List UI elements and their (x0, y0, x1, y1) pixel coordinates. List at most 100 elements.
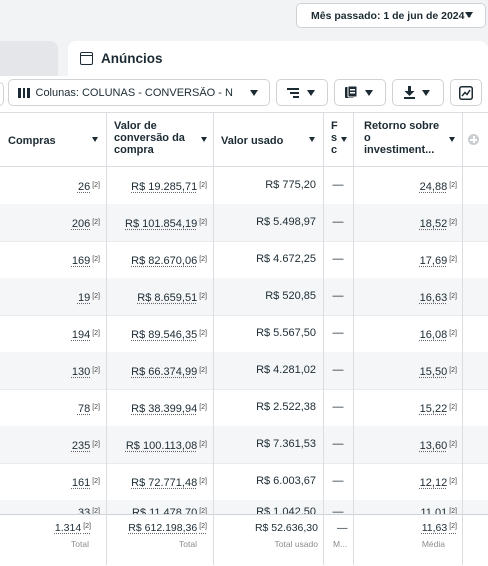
column-header-amount-spent[interactable]: Valor usado (213, 113, 323, 166)
purchases-cell[interactable]: 130 [2] (0, 352, 100, 389)
conversion-value-cell[interactable]: R$ 8.659,51 [2] (106, 278, 207, 315)
conversion-value-cell[interactable]: R$ 38.399,94 [2] (106, 389, 207, 426)
total-narrow-label: M... (333, 539, 347, 549)
table-header: Compras Valor de conversão da compra Val… (0, 113, 488, 167)
table-row[interactable]: 33 [2] R$ 11.478,70 [2] R$ 1.042,50 — 11,01 [2] (0, 500, 488, 515)
column-header-conversion-value[interactable]: Valor de conversão da compra (106, 113, 213, 166)
total-amount-spent: R$ 52.636,30 (255, 522, 318, 534)
narrow-cell: — (323, 426, 353, 463)
amount-spent-cell: R$ 5.498,97 (213, 204, 316, 241)
toolbar: Colunas: COLUNAS - CONVERSÃO - N (0, 76, 488, 112)
add-column-icon[interactable] (468, 134, 479, 145)
table-row[interactable]: 19 [2] R$ 8.659,51 [2] R$ 520,85 — 16,63 [2] (0, 278, 488, 316)
reports-button[interactable] (334, 79, 386, 106)
charts-button[interactable] (450, 79, 482, 106)
table-row[interactable]: 235 [2] R$ 100.113,08 [2] R$ 7.361,53 — 13,60[… (0, 426, 488, 464)
sort-caret-icon[interactable] (341, 137, 347, 142)
totals-row: 1.314 [2] Total R$ 612.198,36 [2] Total R$… (0, 514, 488, 566)
conversion-value-cell[interactable]: R$ 89.546,35 [2] (106, 315, 207, 352)
tab-ads[interactable]: Anúncios (68, 41, 488, 76)
breakdown-icon (287, 87, 301, 99)
table-row[interactable]: 130 [2] R$ 66.374,99 [2] R$ 4.281,02 — 15,50 [2… (0, 352, 488, 390)
narrow-cell: — (323, 463, 353, 500)
column-header-label: Valor de (114, 120, 185, 132)
total-purchases-label: Total (71, 539, 89, 549)
roas-cell[interactable]: 17,69 [2] (353, 241, 457, 278)
purchases-cell[interactable]: 235 [2] (0, 426, 100, 463)
tab-ads-label: Anúncios (101, 51, 163, 66)
conversion-value-cell[interactable]: R$ 66.374,99 [2] (106, 352, 207, 389)
amount-spent-cell: R$ 5.567,50 (213, 315, 316, 352)
table-row[interactable]: 161 [2] R$ 72.771,48 [2] R$ 6.003,67 — 12,12 [2… (0, 463, 488, 501)
export-button[interactable] (392, 79, 444, 106)
column-header-label: c (331, 144, 338, 156)
table-row[interactable]: 194 [2] R$ 89.546,35 [2] R$ 5.567,50 — 16,08 [2… (0, 315, 488, 353)
column-header-label: Retorno sobre (364, 120, 439, 132)
date-range-picker[interactable]: Mês passado: 1 de jun de 2024 - (296, 3, 486, 28)
column-header-narrow[interactable]: F s c (323, 113, 353, 166)
sort-caret-icon[interactable] (309, 137, 315, 142)
column-header-label: o (364, 132, 439, 144)
conversion-value-cell[interactable]: R$ 100.113,08 [2] (106, 426, 207, 463)
roas-cell[interactable]: 15,50 [2] (353, 352, 457, 389)
table-row[interactable]: 78 [2] R$ 38.399,94 [2] R$ 2.522,38 — 15,22 [2] (0, 389, 488, 427)
purchases-cell[interactable]: 206 [2] (0, 204, 100, 241)
column-header-label: Compras (8, 135, 56, 147)
chevron-down-icon (422, 90, 430, 96)
total-roas: 11,63 [2] (422, 522, 457, 534)
purchases-cell[interactable]: 33 [2] (0, 500, 100, 515)
narrow-cell: — (323, 241, 353, 278)
column-header-label: compra (114, 144, 185, 156)
sort-caret-icon[interactable] (449, 137, 455, 142)
narrow-cell: — (323, 352, 353, 389)
conversion-value-cell[interactable]: R$ 72.771,48 [2] (106, 463, 207, 500)
columns-icon (18, 88, 30, 98)
breakdown-button[interactable] (276, 79, 328, 106)
column-header-label: conversão da (114, 132, 185, 144)
date-range-label: Mês passado: 1 de jun de 2024 - (311, 10, 471, 22)
roas-cell[interactable]: 15,22 [2] (353, 389, 457, 426)
column-header-roas[interactable]: Retorno sobre o investiment... (353, 113, 463, 166)
amount-spent-cell: R$ 775,20 (213, 167, 316, 204)
purchases-cell[interactable]: 19 [2] (0, 278, 100, 315)
chevron-down-icon (465, 12, 473, 18)
narrow-cell: — (323, 389, 353, 426)
total-roas-label: Média (422, 539, 445, 549)
sort-caret-icon[interactable] (92, 137, 98, 142)
columns-label: Colunas: COLUNAS - CONVERSÃO - N (36, 87, 244, 99)
column-divider (462, 113, 463, 565)
column-divider (213, 113, 214, 565)
roas-cell[interactable]: 18,52 [2] (353, 204, 457, 241)
conversion-value-cell[interactable]: R$ 101.854,19 [2] (106, 204, 207, 241)
toolbar-button-partial[interactable] (0, 82, 4, 106)
roas-cell[interactable]: 24,88 [2] (353, 167, 457, 204)
roas-cell[interactable]: 13,60 [2] (353, 426, 457, 463)
purchases-cell[interactable]: 78 [2] (0, 389, 100, 426)
column-divider (323, 113, 324, 565)
roas-cell[interactable]: 16,08 [2] (353, 315, 457, 352)
purchases-cell[interactable]: 26 [2] (0, 167, 100, 204)
total-conversion-value: R$ 612.198,36 [2] (128, 522, 207, 534)
roas-cell[interactable]: 16,63 [2] (353, 278, 457, 315)
purchases-cell[interactable]: 169 [2] (0, 241, 100, 278)
column-header-label: F (331, 120, 338, 132)
conversion-value-cell[interactable]: R$ 11.478,70 [2] (106, 500, 207, 515)
conversion-value-cell[interactable]: R$ 82.670,06 [2] (106, 241, 207, 278)
table-row[interactable]: 26 [2] R$ 19.285,71 [2] R$ 775,20 — 24,88 [2] (0, 167, 488, 205)
amount-spent-cell: R$ 4.281,02 (213, 352, 316, 389)
purchases-cell[interactable]: 194 [2] (0, 315, 100, 352)
column-header-purchases[interactable]: Compras (0, 113, 106, 166)
conversion-value-cell[interactable]: R$ 19.285,71 [2] (106, 167, 207, 204)
sort-caret-icon[interactable] (201, 137, 207, 142)
table-row[interactable]: 169 [2] R$ 82.670,06 [2] R$ 4.672,25 — 17,69 [2… (0, 241, 488, 279)
roas-cell[interactable]: 11,01 [2] (353, 500, 457, 515)
total-purchases: 1.314 [2] (55, 522, 91, 534)
roas-cell[interactable]: 12,12 [2] (353, 463, 457, 500)
purchases-cell[interactable]: 161 [2] (0, 463, 100, 500)
amount-spent-cell: R$ 6.003,67 (213, 463, 316, 500)
tab-ad-sets[interactable] (0, 41, 58, 76)
chevron-down-icon (250, 90, 258, 96)
table-row[interactable]: 206 [2] R$ 101.854,19 [2] R$ 5.498,97 — 18,52[… (0, 204, 488, 242)
level-tabs: Anúncios (0, 38, 488, 76)
columns-button[interactable]: Colunas: COLUNAS - CONVERSÃO - N (8, 79, 270, 106)
